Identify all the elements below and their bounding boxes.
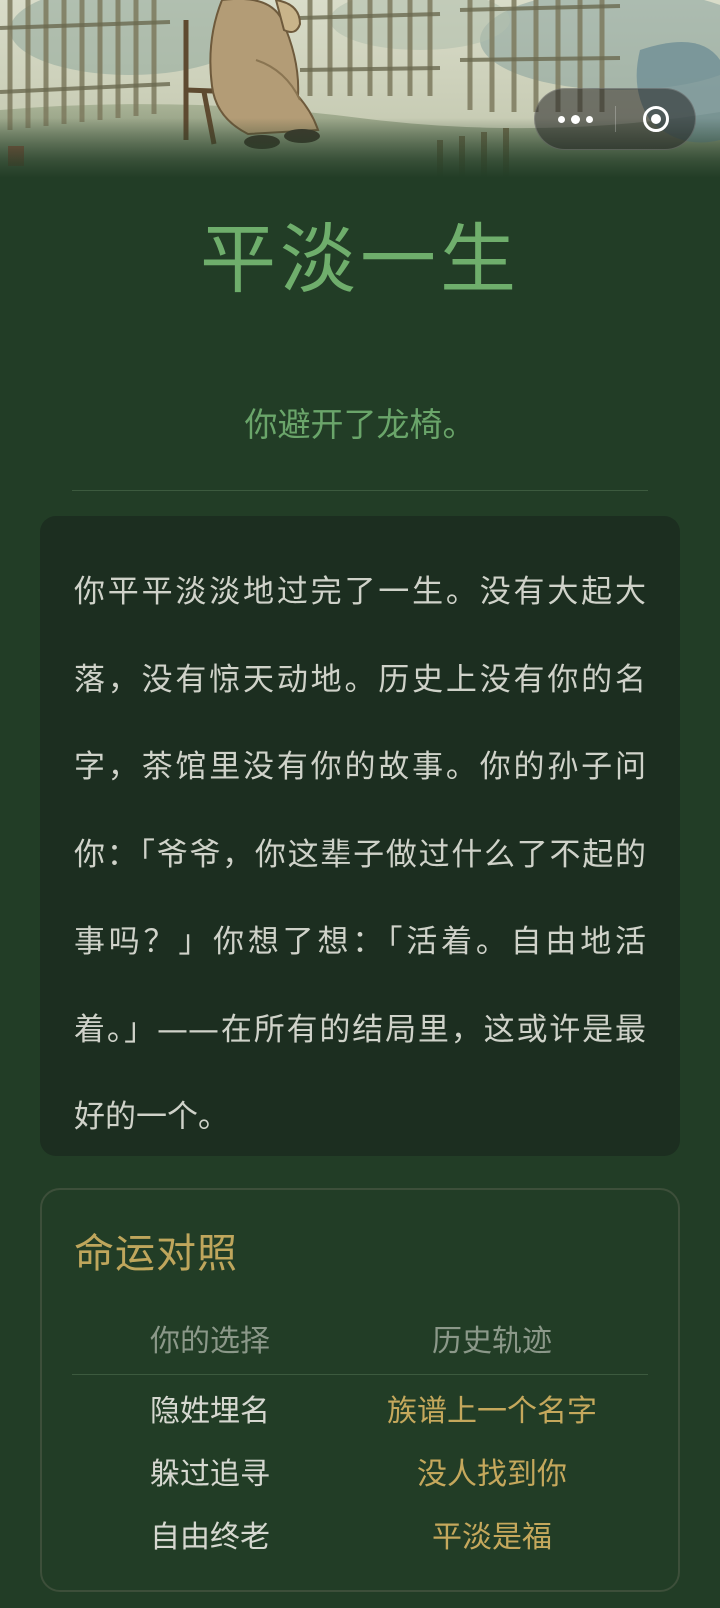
story-text: 你平平淡淡地过完了一生。没有大起大落，没有惊天动地。历史上没有你的名字，茶馆里没… xyxy=(74,574,646,1135)
table-row: 自由终老 平淡是福 xyxy=(42,1506,678,1569)
fate-title: 命运对照 xyxy=(74,1231,238,1277)
fate-table-divider xyxy=(72,1374,648,1375)
ending-subtitle: 你避开了龙椅。 xyxy=(244,405,476,444)
column-header-history: 历史轨迹 xyxy=(432,1324,552,1359)
history-cell: 平淡是福 xyxy=(432,1520,552,1555)
close-button[interactable] xyxy=(616,89,696,149)
miniprogram-capsule xyxy=(534,88,696,150)
more-dots-icon xyxy=(555,114,596,124)
title-divider xyxy=(72,490,648,491)
history-cell: 族谱上一个名字 xyxy=(387,1394,597,1429)
more-button[interactable] xyxy=(535,89,615,149)
table-row: 躲过追寻 没人找到你 xyxy=(42,1443,678,1506)
fate-table-body: 隐姓埋名 族谱上一个名字 躲过追寻 没人找到你 自由终老 平淡是福 xyxy=(42,1380,678,1569)
fate-table-header: 你的选择 历史轨迹 xyxy=(42,1320,678,1364)
choice-cell: 隐姓埋名 xyxy=(150,1394,270,1429)
story-card: 你平平淡淡地过完了一生。没有大起大落，没有惊天动地。历史上没有你的名字，茶馆里没… xyxy=(40,516,680,1156)
column-header-choice: 你的选择 xyxy=(150,1324,270,1359)
table-row: 隐姓埋名 族谱上一个名字 xyxy=(42,1380,678,1443)
ending-title: 平淡一生 xyxy=(200,215,520,304)
history-cell: 没人找到你 xyxy=(417,1457,567,1492)
choice-cell: 自由终老 xyxy=(150,1520,270,1555)
fate-comparison-card: 命运对照 你的选择 历史轨迹 隐姓埋名 族谱上一个名字 躲过追寻 没人找到你 自… xyxy=(40,1188,680,1592)
record-circle-icon xyxy=(643,106,669,132)
choice-cell: 躲过追寻 xyxy=(150,1457,270,1492)
